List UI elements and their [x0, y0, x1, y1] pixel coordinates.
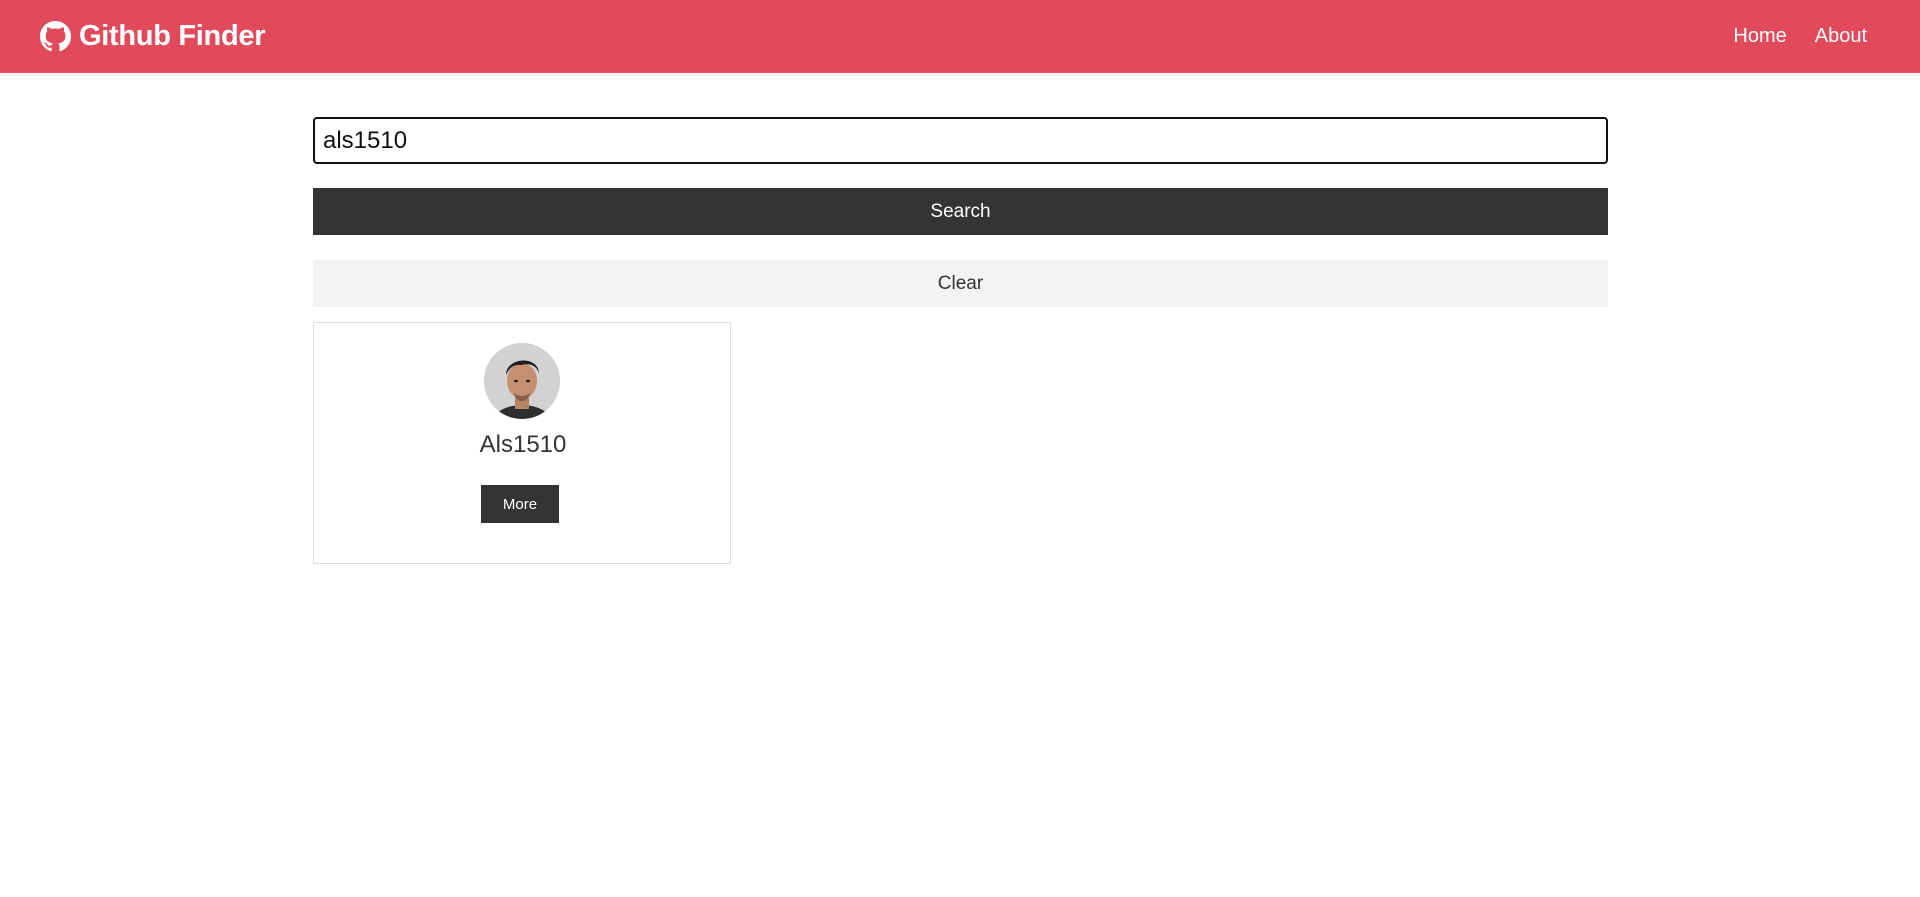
more-button[interactable]: More — [481, 485, 559, 523]
clear-button[interactable]: Clear — [313, 260, 1608, 307]
user-card: Als1510 More — [313, 322, 731, 564]
username: Als1510 — [479, 431, 567, 458]
github-icon — [40, 21, 71, 52]
nav-links: Home About — [1733, 25, 1880, 48]
app-title: Github Finder — [79, 20, 266, 52]
avatar — [484, 343, 560, 419]
navbar: Github Finder Home About — [0, 0, 1920, 73]
brand[interactable]: Github Finder — [40, 20, 265, 53]
search-input[interactable] — [313, 117, 1608, 164]
search-button[interactable]: Search — [313, 188, 1608, 235]
search-form: Search Clear — [313, 117, 1608, 307]
nav-link-about[interactable]: About — [1815, 25, 1867, 48]
nav-link-home[interactable]: Home — [1733, 25, 1786, 48]
